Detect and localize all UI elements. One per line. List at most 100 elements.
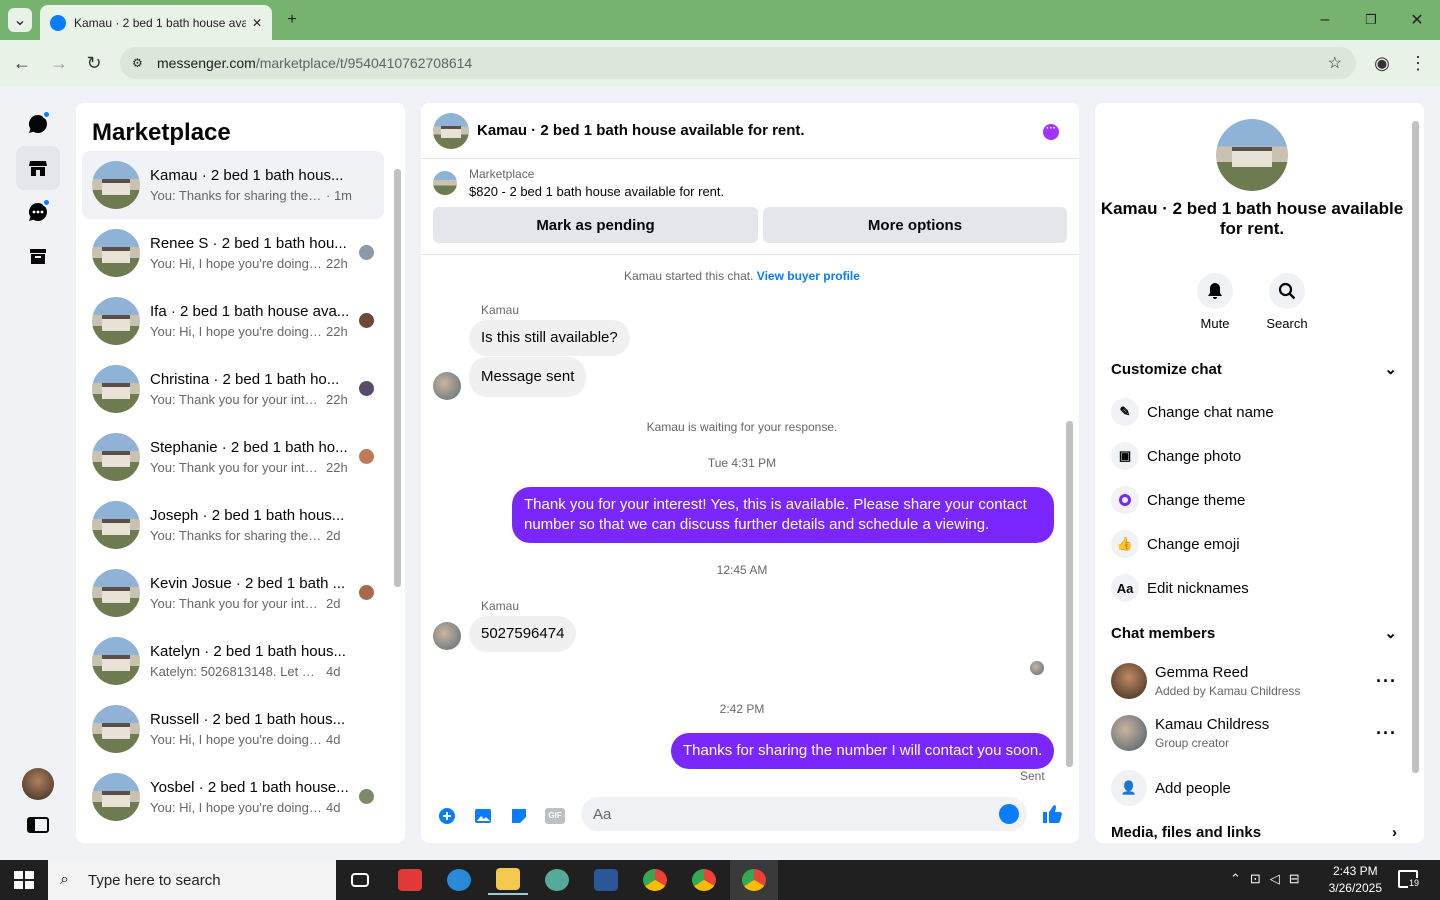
image-icon: ▣ [1111,442,1139,470]
site-info-icon[interactable]: ⚙ [132,56,143,70]
conversation-preview: Katelyn: 5026813148. Let me ... [150,664,322,679]
left-rail [0,86,76,860]
photo-icon[interactable] [472,805,494,827]
conversation-item[interactable]: Ifa · 2 bed 1 bath house ava... You: Hi, … [82,287,384,355]
chat-title[interactable]: Kamau · 2 bed 1 bath house available for… [477,122,805,139]
participant-avatar [359,381,374,396]
change-emoji-item[interactable]: 👍 Change emoji [1111,530,1240,558]
chrome-icon[interactable] [635,865,675,895]
message-bubble-incoming[interactable]: Is this still available? [469,320,630,356]
conversation-item[interactable]: Russell · 2 bed 1 bath hous... You: Hi, I… [82,695,384,763]
chats-icon[interactable] [16,102,60,146]
customize-chat-section[interactable]: Customize chat ⌄ [1111,360,1397,379]
message-input[interactable]: Aa [581,797,1027,831]
back-icon[interactable]: ← [9,51,35,75]
add-icon[interactable] [436,805,458,827]
member-options-icon[interactable]: ··· [1376,671,1397,692]
sticker-icon[interactable] [508,805,530,827]
taskbar: ⌕ Type here to search ⌃⊡◁⊟ 2:43 PM 3/26/2… [0,860,1440,900]
add-people-item[interactable]: 👤 Add people [1111,770,1231,806]
view-buyer-profile-link[interactable]: View buyer profile [757,269,860,283]
mute-button[interactable]: Mute [1185,273,1245,331]
conversation-item[interactable]: Kamau · 2 bed 1 bath hous... You: Thanks … [82,151,384,219]
minimize-icon[interactable]: – [1313,8,1337,32]
conversation-item[interactable]: Stephanie · 2 bed 1 bath ho... You: Thank… [82,423,384,491]
text-icon: Aa [1111,574,1139,602]
conversation-time: 22h [326,460,348,475]
sidebar-toggle-icon[interactable] [27,817,49,833]
conversation-item[interactable]: Yosbel · 2 bed 1 bath house... You: Hi, I… [82,763,384,831]
app-icon[interactable] [390,865,430,895]
marketplace-icon[interactable] [16,146,60,190]
listing-card[interactable]: Marketplace $820 - 2 bed 1 bath house av… [433,167,724,199]
file-explorer-icon[interactable] [488,865,528,895]
member-row[interactable]: Gemma Reed Added by Kamau Childress ··· [1111,663,1397,699]
conversation-item[interactable]: Joseph · 2 bed 1 bath hous... You: Thanks… [82,491,384,559]
conversation-item[interactable]: Christina · 2 bed 1 bath ho... You: Thank… [82,355,384,423]
like-icon[interactable] [1041,803,1063,825]
gif-icon[interactable]: GIF [544,805,566,827]
search-icon: ⌕ [60,871,69,888]
change-photo-item[interactable]: ▣ Change photo [1111,442,1241,470]
user-avatar[interactable] [22,768,54,800]
timestamp: 2:42 PM [719,702,765,716]
taskbar-search[interactable]: ⌕ Type here to search [48,860,336,900]
conversation-time: 22h [326,256,348,271]
system-tray-icons[interactable]: ⌃⊡◁⊟ [1230,871,1309,887]
message-bubble-incoming[interactable]: 5027596474 [469,616,577,652]
app-icon[interactable] [537,865,577,895]
message-bubble-incoming[interactable]: Message sent [469,357,587,397]
task-view-icon[interactable] [340,865,380,895]
chrome-profile-icon[interactable] [684,865,724,895]
info-scrollbar[interactable] [1412,121,1419,773]
chat-info-panel: Kamau · 2 bed 1 bath house available for… [1095,103,1424,843]
change-theme-item[interactable]: Change theme [1111,486,1245,514]
tab-search-icon[interactable]: ⌄ [8,8,32,32]
emoji-icon[interactable] [999,804,1019,824]
conversation-item[interactable]: Kevin Josue · 2 bed 1 bath ... You: Thank… [82,559,384,627]
search-button[interactable]: Search [1257,273,1317,331]
more-options-button[interactable]: More options [763,207,1067,243]
forward-icon[interactable]: → [46,51,72,75]
browser-menu-icon[interactable]: ⋮ [1405,51,1431,75]
member-options-icon[interactable]: ··· [1376,723,1397,744]
window-close-icon[interactable]: ✕ [1405,8,1429,32]
maximize-icon[interactable]: ❐ [1359,8,1383,32]
member-row[interactable]: Kamau Childress Group creator ··· [1111,715,1397,751]
chat-photo[interactable] [1216,119,1288,191]
composer: GIF Aa [421,793,1079,843]
windows-start-icon[interactable] [14,871,34,889]
chrome-active-icon[interactable] [730,860,778,900]
close-tab-icon[interactable]: ✕ [252,16,262,30]
message-bubble-outgoing[interactable]: Thank you for your interest! Yes, this i… [512,487,1054,543]
timestamp: 12:45 AM [716,563,768,577]
change-chat-name-item[interactable]: ✎ Change chat name [1111,398,1274,426]
chat-avatar[interactable] [433,112,469,149]
edit-nicknames-item[interactable]: Aa Edit nicknames [1111,574,1249,602]
url-field[interactable]: ⚙ messenger.com/marketplace/t/9540410762… [120,47,1356,79]
reload-icon[interactable]: ↻ [81,51,107,75]
mark-pending-button[interactable]: Mark as pending [433,207,758,243]
archive-icon[interactable] [16,234,60,278]
conversation-name: Kamau · 2 bed 1 bath hous... [150,167,344,184]
conversation-item[interactable]: Katelyn · 2 bed 1 bath hous... Katelyn: 5… [82,627,384,695]
chat-members-section[interactable]: Chat members ⌄ [1111,624,1397,643]
list-scrollbar[interactable] [394,169,401,587]
profile-icon[interactable]: ◉ [1369,51,1395,75]
conversation-avatar [92,433,140,481]
requests-icon[interactable] [16,190,60,234]
chat-scrollbar[interactable] [1066,421,1073,767]
browser-tab[interactable]: Kamau · 2 bed 1 bath house ava... ✕ [40,5,272,40]
notification-icon[interactable]: 19 [1398,870,1421,888]
message-bubble-outgoing[interactable]: Thanks for sharing the number I will con… [671,733,1055,769]
bookmark-star-icon[interactable]: ☆ [1328,53,1342,73]
conversation-item[interactable]: Renee S · 2 bed 1 bath hou... You: Hi, I … [82,219,384,287]
media-files-section[interactable]: Media, files and links › [1111,824,1397,841]
word-icon[interactable] [586,865,626,895]
new-tab-icon[interactable]: + [280,8,304,32]
clock[interactable]: 2:43 PM 3/26/2025 [1329,863,1382,897]
conversation-name: Ifa · 2 bed 1 bath house ava... [150,303,350,320]
item-label: Edit nicknames [1147,579,1249,597]
edge-icon[interactable] [439,865,479,895]
more-options-icon[interactable]: ··· [1043,124,1059,140]
